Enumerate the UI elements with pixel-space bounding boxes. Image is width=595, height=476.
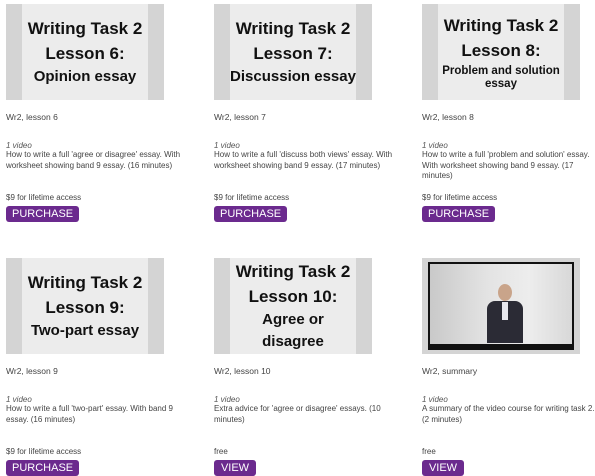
thumbnail-topic: Opinion essay [33, 68, 137, 85]
presenter-shirt [502, 302, 508, 320]
price-label: free [422, 447, 436, 456]
purchase-button[interactable]: PURCHASE [422, 206, 496, 222]
lesson-description: A summary of the video course for writin… [422, 404, 595, 424]
lesson-thumbnail[interactable]: Writing Task 2 Lesson 6: Opinion essay [6, 4, 164, 100]
thumbnail-lesson: Lesson 10: [248, 287, 338, 306]
purchase-button[interactable]: PURCHASE [6, 206, 80, 222]
lesson-description: How to write a full 'discuss both views'… [214, 150, 393, 170]
thumbnail-title: Writing Task 2 [235, 262, 351, 281]
lesson-code: Wr2, lesson 8 [422, 112, 474, 122]
lesson-thumbnail[interactable]: Writing Task 2 Lesson 7: Discussion essa… [214, 4, 372, 100]
lesson-thumbnail[interactable]: Writing Task 2 Lesson 10: Agree or disag… [214, 258, 372, 354]
thumbnail-title: Writing Task 2 [443, 16, 559, 35]
price-label: $9 for lifetime access [422, 193, 498, 202]
purchase-button[interactable]: PURCHASE [214, 206, 288, 222]
presenter-head [498, 284, 512, 301]
lesson-code: Wr2, lesson 9 [6, 366, 58, 376]
video-count: 1 video [6, 141, 32, 150]
thumbnail-title: Writing Task 2 [27, 273, 143, 292]
thumbnail-topic: Discussion essay [230, 68, 356, 85]
view-button[interactable]: VIEW [422, 460, 464, 476]
video-count: 1 video [6, 395, 32, 404]
video-count: 1 video [422, 395, 448, 404]
price-label: free [214, 447, 228, 456]
thumbnail-topic: Agree or disagree [262, 311, 324, 350]
video-count: 1 video [214, 141, 240, 150]
thumbnail-lesson: Lesson 6: [45, 44, 125, 63]
video-count: 1 video [214, 395, 240, 404]
thumbnail-topic: Problem and solution essay [442, 65, 560, 90]
lesson-thumbnail[interactable]: Writing Task 2 Lesson 9: Two-part essay [6, 258, 164, 354]
purchase-button[interactable]: PURCHASE [6, 460, 80, 476]
lesson-code: Wr2, lesson 6 [6, 112, 58, 122]
lesson-thumbnail[interactable]: Writing Task 2 Lesson 8: Problem and sol… [422, 4, 580, 100]
view-button[interactable]: VIEW [214, 460, 256, 476]
thumbnail-title: Writing Task 2 [235, 19, 351, 38]
video-count: 1 video [422, 141, 448, 150]
thumbnail-lesson: Lesson 9: [45, 298, 125, 317]
lesson-code: Wr2, lesson 7 [214, 112, 266, 122]
price-label: $9 for lifetime access [6, 447, 82, 456]
lesson-description: How to write a full 'two-part' essay. Wi… [6, 404, 173, 424]
lesson-code: Wr2, lesson 10 [214, 366, 271, 376]
lesson-description: How to write a full 'agree or disagree' … [6, 150, 181, 170]
price-label: $9 for lifetime access [6, 193, 82, 202]
video-thumbnail[interactable] [422, 258, 580, 354]
thumbnail-topic: Two-part essay [30, 322, 140, 339]
thumbnail-lesson: Lesson 7: [253, 44, 333, 63]
price-label: $9 for lifetime access [214, 193, 290, 202]
thumbnail-lesson: Lesson 8: [461, 41, 541, 60]
lesson-description: How to write a full 'problem and solutio… [422, 150, 590, 180]
lesson-description: Extra advice for 'agree or disagree' ess… [214, 404, 381, 424]
thumbnail-title: Writing Task 2 [27, 19, 143, 38]
presenter-video-icon [428, 262, 574, 350]
lesson-code: Wr2, summary [422, 366, 478, 376]
